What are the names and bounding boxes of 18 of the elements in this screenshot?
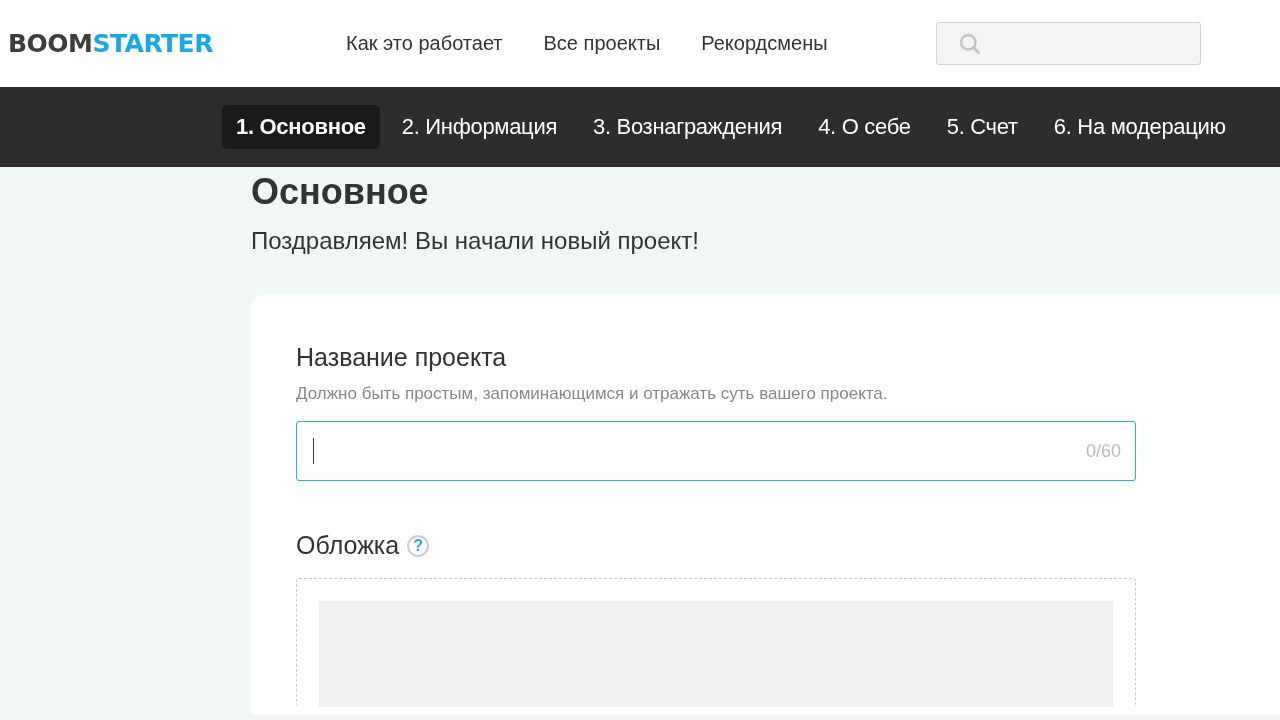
page-subtitle: Поздравляем! Вы начали новый проект!	[251, 227, 700, 255]
nav-link[interactable]: Рекордсмены	[701, 32, 828, 55]
field-hint: Должно быть простым, запоминающимся и отражать суть вашего проекта.	[296, 384, 889, 404]
step-tab[interactable]: 5. Счет	[932, 105, 1032, 149]
step-tab[interactable]: 2. Информация	[387, 105, 571, 149]
step-tab[interactable]: 1. Основное	[222, 105, 380, 149]
page-title: Основное	[251, 171, 430, 213]
step-tab[interactable]: 3. Вознаграждения	[579, 105, 797, 149]
field-label: Название проекта	[296, 343, 508, 372]
search-field[interactable]	[936, 22, 1201, 65]
step-tab[interactable]: 6. На модерацию	[1039, 105, 1240, 149]
step-tab[interactable]: 4. О себе	[804, 105, 925, 149]
cover-label: Обложка	[296, 531, 400, 560]
cover-upload-area[interactable]	[296, 578, 1136, 706]
character-counter: 0/60	[1085, 440, 1121, 462]
boomstarter-logo[interactable]: BOOMSTARTER	[0, 29, 308, 58]
nav-link[interactable]: Как это работает	[346, 32, 503, 55]
nav-link[interactable]: Все проекты	[543, 32, 661, 55]
